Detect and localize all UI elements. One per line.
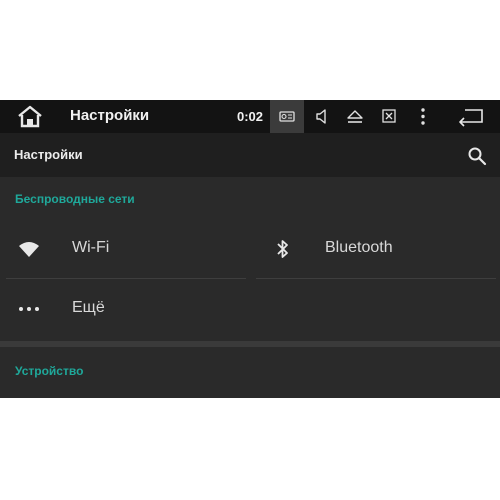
wifi-icon [16, 239, 42, 259]
back-button[interactable] [452, 100, 492, 133]
divider [256, 278, 496, 279]
settings-item-wifi[interactable]: Wi-Fi [0, 221, 248, 277]
settings-screen: Настройки 0:02 Настройки Беспроводные се… [0, 100, 500, 398]
radio-button[interactable] [270, 100, 304, 133]
eject-button[interactable] [340, 100, 370, 133]
settings-item-bluetooth[interactable]: Bluetooth [253, 221, 500, 277]
close-window-button[interactable] [374, 100, 404, 133]
section-separator [0, 341, 500, 347]
app-bar: Настройки [0, 133, 500, 177]
clock: 0:02 [237, 109, 264, 124]
radio-icon [279, 111, 295, 122]
home-icon [18, 105, 42, 128]
status-bar: Настройки 0:02 [0, 100, 500, 133]
section-header-device: Устройство [15, 364, 84, 378]
back-icon [459, 109, 483, 127]
home-button[interactable] [14, 104, 46, 130]
status-title: Настройки [70, 107, 150, 124]
volume-icon [316, 109, 326, 124]
more-horiz-icon [16, 299, 42, 319]
volume-button[interactable] [307, 100, 337, 133]
settings-item-more[interactable]: Ещё [0, 281, 500, 337]
settings-item-label: Wi-Fi [72, 239, 110, 256]
close-window-icon [382, 109, 396, 123]
search-button[interactable] [464, 143, 490, 169]
page-title: Настройки [14, 147, 83, 162]
bluetooth-icon [271, 239, 297, 259]
more-vert-icon [421, 108, 425, 125]
settings-item-label: Bluetooth [325, 239, 393, 256]
more-options-button[interactable] [408, 100, 438, 133]
settings-item-label: Ещё [72, 299, 105, 316]
divider [6, 278, 246, 279]
section-header-wireless: Беспроводные сети [15, 192, 135, 206]
eject-icon [347, 110, 363, 123]
search-icon [468, 147, 487, 166]
